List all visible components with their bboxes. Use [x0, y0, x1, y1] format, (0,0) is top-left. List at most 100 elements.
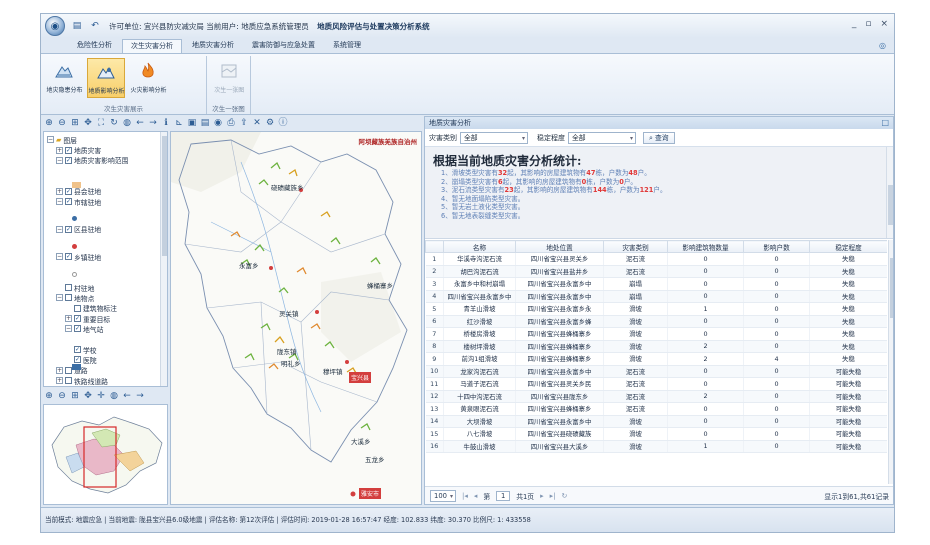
undo-icon[interactable]: ↶ — [89, 20, 101, 32]
main-map[interactable]: 阿坝藏族羌族自治州 硗碛藏族乡 永富乡 蜂桶寨乡 灵关镇 陇东镇 明礼乡 穆坪镇… — [170, 131, 422, 505]
table-row[interactable]: 4 四川省宝兴县永富乡中 四川省宝兴县永富乡中 崩塌 0 0 失稳 — [425, 290, 887, 303]
collapse-icon[interactable]: − — [56, 294, 63, 302]
table-row[interactable]: 15 八七滑坡 四川省宝兴县硗碛藏族 滑坡 0 0 可能失稳 — [425, 427, 887, 441]
layer-checkbox[interactable] — [74, 304, 81, 312]
summary-scrollbar[interactable] — [886, 147, 893, 238]
table-row[interactable]: 5 青羊山滑坡 四川省宝兴县永富乡永 滑坡 1 0 失稳 — [425, 302, 887, 316]
globe-icon[interactable]: ◍ — [121, 117, 133, 129]
layers-icon[interactable]: ▤ — [199, 117, 211, 129]
maximize-button[interactable]: ▫ — [865, 19, 871, 29]
full-extent-icon[interactable]: ⛶ — [95, 117, 107, 129]
layer-checkbox[interactable]: ✓ — [74, 325, 81, 333]
column-header[interactable] — [425, 240, 444, 253]
expand-icon[interactable]: + — [56, 146, 63, 154]
summary-scroll-thumb[interactable] — [888, 185, 893, 225]
column-header[interactable]: 稳定程度 — [809, 240, 887, 253]
table-row[interactable]: 7 桥楼房滑坡 四川省宝兴县蜂桶寨乡 滑坡 0 0 失稳 — [425, 327, 887, 341]
back-icon[interactable]: ← — [134, 117, 146, 129]
locate-icon[interactable]: ◉ — [212, 117, 224, 129]
tab-system-admin[interactable]: 系统管理 — [325, 39, 369, 53]
geo-impact-analysis-button[interactable]: 地质影响分析 — [87, 58, 125, 98]
expand-icon[interactable]: + — [56, 187, 63, 195]
forward-icon[interactable]: → — [134, 390, 146, 402]
table-row[interactable]: 16 牛鼓山滑坡 四川省宝兴县大溪乡 滑坡 1 0 可能失稳 — [425, 440, 887, 453]
globe-icon[interactable]: ◍ — [108, 390, 120, 402]
layer-checkbox[interactable] — [65, 284, 72, 292]
close-button[interactable]: × — [880, 19, 888, 29]
fire-impact-analysis-button[interactable]: 火灾影响分析 — [129, 58, 167, 98]
table-scrollbar[interactable] — [888, 240, 893, 484]
info-icon[interactable]: ⓘ — [277, 117, 289, 129]
measure-icon[interactable]: ⊾ — [173, 117, 185, 129]
one-map-button[interactable]: 次生一张图 — [210, 58, 248, 98]
level-filter-select[interactable]: 全部 ▾ — [568, 131, 636, 144]
table-row[interactable]: 13 黄泉眼泥石流 四川省宝兴县蜂桶寨乡 泥石流 0 0 可能失稳 — [425, 402, 887, 416]
select-icon[interactable]: ▣ — [186, 117, 198, 129]
layer-checkbox[interactable]: ✓ — [74, 346, 81, 354]
pan-icon[interactable]: ✥ — [82, 117, 94, 129]
layer-checkbox[interactable]: ✓ — [65, 198, 72, 206]
panel-close-icon[interactable]: □ — [881, 117, 889, 129]
export-icon[interactable]: ⇪ — [238, 117, 250, 129]
table-row[interactable]: 11 马道子泥石流 四川省宝兴县灵关乡民 泥石流 0 0 可能失稳 — [425, 377, 887, 391]
tab-emergency-response[interactable]: 震害防御与应急处置 — [244, 39, 323, 53]
page-size-select[interactable]: 100 ▾ — [430, 489, 456, 502]
forward-icon[interactable]: → — [147, 117, 159, 129]
table-row[interactable]: 9 前沟1组滑坡 四川省宝兴县蜂桶寨乡 滑坡 2 4 失稳 — [425, 352, 887, 366]
first-page-icon[interactable]: |◂ — [462, 492, 468, 500]
county-seat-tag[interactable]: 宝兴县 — [349, 372, 372, 383]
layer-checkbox[interactable]: ✓ — [65, 187, 72, 195]
column-header[interactable]: 灾害类别 — [603, 240, 668, 253]
type-filter-select[interactable]: 全部 ▾ — [460, 131, 528, 144]
clear-icon[interactable]: ✕ — [251, 117, 263, 129]
layer-checkbox[interactable] — [65, 366, 72, 374]
minimize-button[interactable]: _ — [852, 19, 857, 29]
next-page-icon[interactable]: ▸ — [540, 492, 544, 500]
collapse-icon[interactable]: − — [56, 156, 63, 164]
column-header[interactable]: 影响建筑物数量 — [667, 240, 744, 253]
layer-checkbox[interactable]: ✓ — [65, 253, 72, 261]
layer-checkbox[interactable] — [65, 377, 72, 385]
expand-icon[interactable]: + — [56, 377, 63, 385]
page-number-input[interactable]: 1 — [496, 490, 511, 501]
city-tag[interactable]: 雅安市 — [359, 488, 382, 499]
tab-secondary-disaster[interactable]: 次生灾害分析 — [122, 39, 182, 53]
refresh-icon[interactable]: ↻ — [562, 492, 568, 500]
zoom-out-icon[interactable]: ⊖ — [56, 117, 68, 129]
expand-icon[interactable]: + — [56, 366, 63, 374]
zoom-out-icon[interactable]: ⊖ — [56, 390, 68, 402]
layer-checkbox[interactable]: ✓ — [65, 146, 72, 154]
back-icon[interactable]: ← — [121, 390, 133, 402]
tab-risk-analysis[interactable]: 危险性分析 — [69, 39, 120, 53]
tree-scroll-thumb[interactable] — [162, 136, 167, 256]
table-row[interactable]: 2 胡巴沟泥石流 四川省宝兴县盐井乡 泥石流 0 0 失稳 — [425, 265, 887, 278]
tab-geo-disaster[interactable]: 地质灾害分析 — [184, 39, 242, 53]
app-menu-button[interactable]: ◉ — [45, 16, 65, 36]
table-row[interactable]: 6 红沙滑坡 四川省宝兴县永富乡蜂 滑坡 0 0 失稳 — [425, 315, 887, 328]
layer-checkbox[interactable]: ✓ — [74, 315, 81, 323]
column-header[interactable]: 地处位置 — [515, 240, 604, 253]
refresh-icon[interactable]: ↻ — [108, 117, 120, 129]
overview-map[interactable] — [43, 404, 168, 505]
pan-icon[interactable]: ✥ — [82, 390, 94, 402]
collapse-icon[interactable]: − — [47, 136, 54, 144]
zoom-in-icon[interactable]: ⊕ — [43, 390, 55, 402]
center-icon[interactable]: ✛ — [95, 390, 107, 402]
query-button[interactable]: ⌕ 查询 — [643, 131, 675, 144]
zoom-box-icon[interactable]: ⊞ — [69, 117, 81, 129]
collapse-icon[interactable]: − — [56, 253, 63, 261]
prev-page-icon[interactable]: ◂ — [474, 492, 478, 500]
layer-checkbox[interactable]: ✓ — [65, 156, 72, 164]
hazard-distribution-button[interactable]: 地灾隐患分布 — [45, 58, 83, 98]
column-header[interactable]: 影响户数 — [743, 240, 810, 253]
table-row[interactable]: 14 大坝滑坡 四川省宝兴县永富乡中 滑坡 0 0 可能失稳 — [425, 415, 887, 428]
layer-checkbox[interactable] — [65, 294, 72, 302]
tree-scrollbar[interactable] — [160, 132, 167, 386]
table-row[interactable]: 3 永富乡中和村崩塌 四川省宝兴县永富乡中 崩塌 0 0 失稳 — [425, 277, 887, 291]
zoom-in-icon[interactable]: ⊕ — [43, 117, 55, 129]
zoom-box-icon[interactable]: ⊞ — [69, 390, 81, 402]
collapse-icon[interactable]: − — [65, 325, 72, 333]
table-row[interactable]: 10 龙家沟泥石流 四川省宝兴县永富乡中 泥石流 0 0 可能失稳 — [425, 365, 887, 378]
save-icon[interactable]: ▤ — [71, 20, 83, 32]
layer-node[interactable]: − ✓ 市辖驻地 — [56, 196, 101, 208]
